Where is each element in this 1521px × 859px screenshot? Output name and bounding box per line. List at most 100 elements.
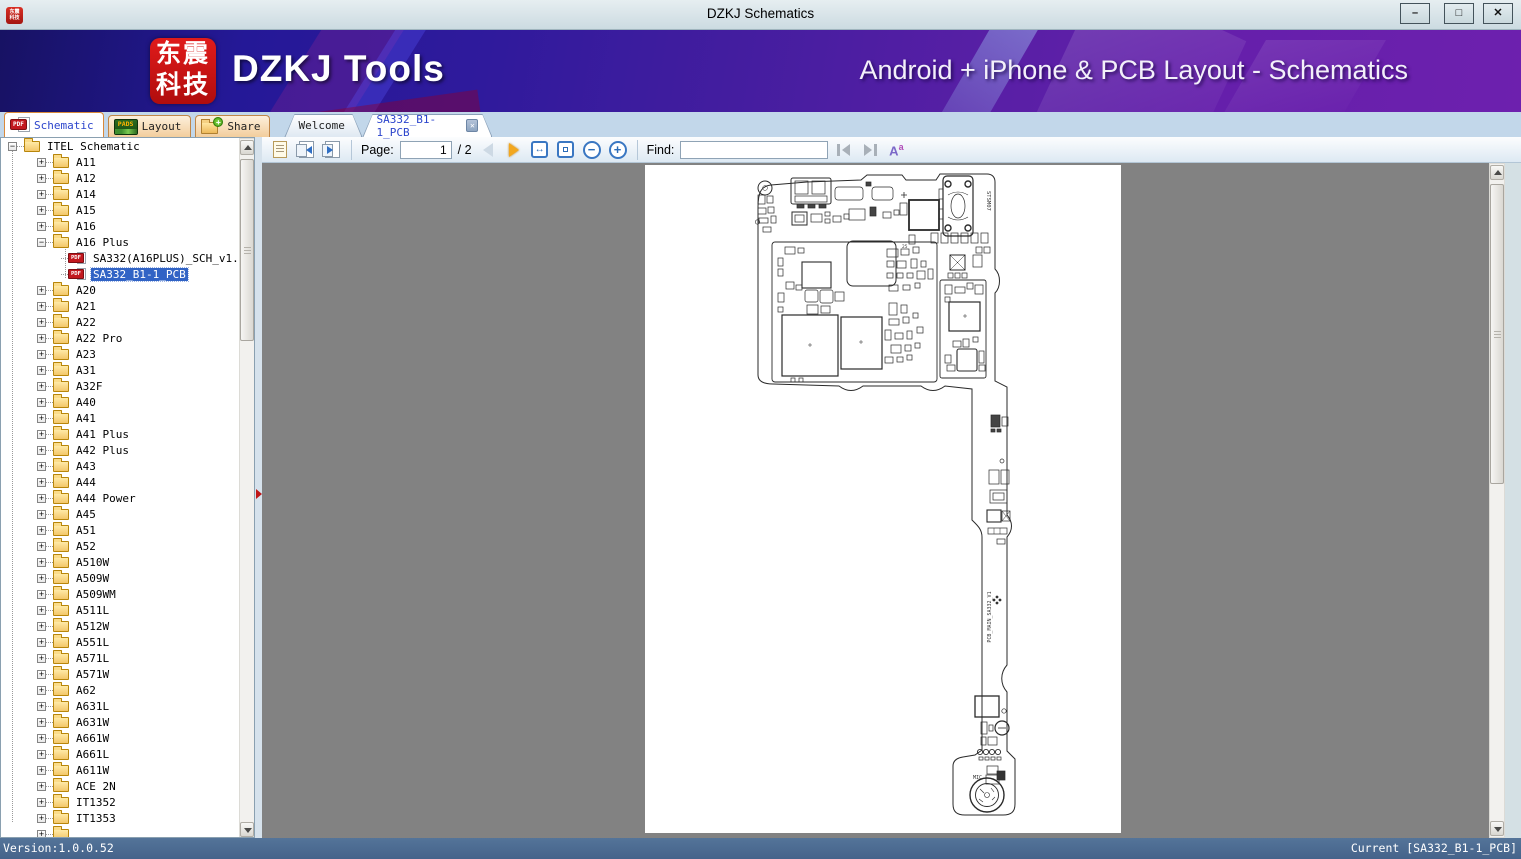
expand-plus-icon[interactable]: +	[37, 813, 46, 823]
tree-item-folder[interactable]: + A44	[1, 474, 239, 490]
tree-item-folder[interactable]: + A12	[1, 170, 239, 186]
expand-plus-icon[interactable]: +	[37, 221, 46, 231]
collapse-minus-icon[interactable]: −	[37, 237, 46, 247]
tree-item-folder[interactable]: − ITEL Schematic	[1, 138, 239, 154]
tree-item-folder[interactable]: + A43	[1, 458, 239, 474]
expand-plus-icon[interactable]: +	[37, 589, 46, 599]
expand-plus-icon[interactable]: +	[37, 365, 46, 375]
tree-item-folder[interactable]: + A44 Power	[1, 490, 239, 506]
expand-plus-icon[interactable]: +	[37, 493, 46, 503]
doc-tab-sa332-b1-1-pcb[interactable]: SA332_B1-1_PCB ✕	[362, 113, 492, 139]
tree-item-folder[interactable]: + A41	[1, 410, 239, 426]
expand-plus-icon[interactable]: +	[37, 173, 46, 183]
expand-plus-icon[interactable]: +	[37, 189, 46, 199]
pdf-viewer[interactable]: STSM07 25 PCB_MAIN_SA332_V1 MIC	[262, 163, 1505, 838]
scroll-down-icon[interactable]	[1490, 821, 1504, 836]
viewer-scrollbar-thumb[interactable]	[1490, 184, 1504, 484]
tree-item-folder[interactable]: + A14	[1, 186, 239, 202]
expand-plus-icon[interactable]: +	[37, 381, 46, 391]
tab-schematic[interactable]: PDF Schematic	[4, 112, 104, 137]
tree-item-folder[interactable]: − A16 Plus	[1, 234, 239, 250]
find-input[interactable]	[680, 140, 829, 159]
tree-item-folder[interactable]: + A631L	[1, 698, 239, 714]
expand-plus-icon[interactable]: +	[37, 349, 46, 359]
pdf-page[interactable]: STSM07 25 PCB_MAIN_SA332_V1 MIC	[645, 165, 1121, 833]
expand-plus-icon[interactable]: +	[37, 397, 46, 407]
rotate-right-button[interactable]	[321, 140, 342, 160]
expand-plus-icon[interactable]: +	[37, 557, 46, 567]
expand-plus-icon[interactable]: +	[37, 829, 46, 837]
expand-plus-icon[interactable]: +	[37, 573, 46, 583]
tree-item-folder[interactable]: + A511L	[1, 602, 239, 618]
maximize-button[interactable]: □	[1444, 3, 1474, 24]
tree-item-folder[interactable]: + A45	[1, 506, 239, 522]
tree-item-folder[interactable]: + A41 Plus	[1, 426, 239, 442]
expand-plus-icon[interactable]: +	[37, 685, 46, 695]
tab-close-icon[interactable]: ✕	[466, 119, 479, 132]
tree-item-folder[interactable]: + A52	[1, 538, 239, 554]
scroll-down-icon[interactable]	[240, 822, 254, 837]
tree-item-folder[interactable]: +	[1, 826, 239, 837]
tree-item-folder[interactable]: + A611W	[1, 762, 239, 778]
tree-scrollbar-thumb[interactable]	[240, 159, 254, 341]
find-next-button[interactable]	[860, 140, 880, 160]
expand-plus-icon[interactable]: +	[37, 205, 46, 215]
zoom-in-button[interactable]: +	[608, 140, 628, 160]
expand-plus-icon[interactable]: +	[37, 413, 46, 423]
expand-plus-icon[interactable]: +	[37, 301, 46, 311]
expand-plus-icon[interactable]: +	[37, 621, 46, 631]
tree-item-folder[interactable]: + A20	[1, 282, 239, 298]
expand-plus-icon[interactable]: +	[37, 749, 46, 759]
tree-item-folder[interactable]: + A31	[1, 362, 239, 378]
tree-item-folder[interactable]: + A15	[1, 202, 239, 218]
tree-item-folder[interactable]: + A571L	[1, 650, 239, 666]
tree-item-pdf[interactable]: PDF SA332(A16PLUS)_SCH_v1.2	[1, 250, 239, 266]
expand-plus-icon[interactable]: +	[37, 461, 46, 471]
panel-splitter[interactable]	[255, 137, 262, 838]
expand-plus-icon[interactable]: +	[37, 733, 46, 743]
scroll-up-icon[interactable]	[240, 140, 254, 155]
zoom-out-button[interactable]: −	[582, 140, 602, 160]
tree-item-folder[interactable]: + A42 Plus	[1, 442, 239, 458]
expand-plus-icon[interactable]: +	[37, 541, 46, 551]
expand-plus-icon[interactable]: +	[37, 509, 46, 519]
tree-item-folder[interactable]: + A661W	[1, 730, 239, 746]
tree-item-folder[interactable]: + A51	[1, 522, 239, 538]
expand-plus-icon[interactable]: +	[37, 765, 46, 775]
tree-item-folder[interactable]: + A661L	[1, 746, 239, 762]
tree-item-folder[interactable]: + A509W	[1, 570, 239, 586]
tree-item-folder[interactable]: + A16	[1, 218, 239, 234]
rotate-left-button[interactable]	[295, 140, 316, 160]
tree-item-folder[interactable]: + A22 Pro	[1, 330, 239, 346]
tab-layout[interactable]: PADS Layout	[107, 115, 192, 137]
doc-tab-welcome[interactable]: Welcome	[284, 114, 362, 137]
fit-width-button[interactable]: ↔	[530, 140, 550, 160]
viewer-scrollbar[interactable]	[1489, 163, 1505, 838]
expand-plus-icon[interactable]: +	[37, 317, 46, 327]
page-number-input[interactable]	[399, 140, 452, 159]
fit-page-button[interactable]	[556, 140, 576, 160]
tree-item-folder[interactable]: + A551L	[1, 634, 239, 650]
previous-page-button[interactable]	[478, 140, 498, 160]
collapse-minus-icon[interactable]: −	[8, 141, 17, 151]
tree-item-folder[interactable]: + A11	[1, 154, 239, 170]
expand-plus-icon[interactable]: +	[37, 717, 46, 727]
expand-plus-icon[interactable]: +	[37, 525, 46, 535]
tree-item-folder[interactable]: + A22	[1, 314, 239, 330]
expand-plus-icon[interactable]: +	[37, 477, 46, 487]
copy-text-button[interactable]	[270, 140, 290, 160]
expand-plus-icon[interactable]: +	[37, 157, 46, 167]
minimize-button[interactable]: –	[1400, 3, 1430, 24]
expand-plus-icon[interactable]: +	[37, 797, 46, 807]
expand-plus-icon[interactable]: +	[37, 653, 46, 663]
expand-plus-icon[interactable]: +	[37, 669, 46, 679]
tree-item-folder[interactable]: + A631W	[1, 714, 239, 730]
scroll-up-icon[interactable]	[1490, 165, 1504, 180]
tree-item-pdf[interactable]: PDF SA332_B1-1_PCB	[1, 266, 239, 282]
tree-item-folder[interactable]: + A40	[1, 394, 239, 410]
tree-item-folder[interactable]: + A21	[1, 298, 239, 314]
match-case-button[interactable]: Aa	[886, 140, 906, 160]
tree-item-folder[interactable]: + A509WM	[1, 586, 239, 602]
tree-item-folder[interactable]: + A510W	[1, 554, 239, 570]
tree-item-folder[interactable]: + IT1353	[1, 810, 239, 826]
